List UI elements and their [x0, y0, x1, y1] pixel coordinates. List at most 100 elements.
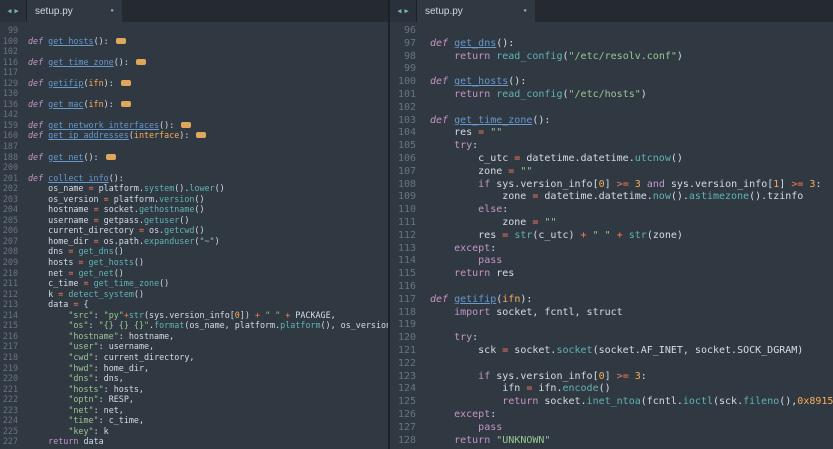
code-line[interactable]: 122 — [390, 358, 833, 371]
code-line[interactable]: 221 "hosts": hosts, — [0, 384, 388, 395]
code-line[interactable]: 128 return "UNKNOWN" — [390, 435, 833, 448]
code-line[interactable]: 202 os_name = platform.system().lower() — [0, 183, 388, 194]
code-line[interactable]: 103 def get_time_zone(): — [390, 115, 833, 128]
code-line[interactable]: 126 except: — [390, 409, 833, 422]
code-line[interactable]: 206 current_directory = os.getcwd() — [0, 225, 388, 236]
code-line[interactable]: 211 c_time = get_time_zone() — [0, 278, 388, 289]
code-token: utcnow — [634, 152, 671, 164]
code-line[interactable]: 213 data = { — [0, 299, 388, 310]
tab-nav-left-pane[interactable]: ◀ ▶ — [0, 0, 27, 22]
fold-ellipsis[interactable] — [120, 100, 131, 107]
code-editor-right[interactable]: 96 97 def get_dns(): 98 return read_config(… — [390, 22, 833, 449]
code-line[interactable]: 188 def get_net(): — [0, 152, 388, 163]
code-line[interactable]: 117 def getifip(ifn): — [390, 294, 833, 307]
code-line[interactable]: 207 home_dir = os.path.expanduser("~") — [0, 236, 388, 247]
code-line[interactable]: 101 return read_config("/etc/hosts") — [390, 89, 833, 102]
code-line[interactable]: 224 "time": c_time, — [0, 415, 388, 426]
code-line[interactable]: 214 "src": "py"+str(sys.version_info[0])… — [0, 310, 388, 321]
code-line[interactable]: 113 except: — [390, 243, 833, 256]
code-line[interactable]: 116 def get_time_zone(): — [0, 57, 388, 68]
code-line[interactable]: 107 zone = "" — [390, 166, 833, 179]
arrow-left-icon[interactable]: ◀ — [397, 7, 401, 15]
code-line[interactable]: 216 "hostname": hostname, — [0, 331, 388, 342]
code-token: def — [430, 37, 455, 49]
code-line[interactable]: 159 def get_network_interfaces(): — [0, 120, 388, 131]
code-line[interactable]: 108 if sys.version_info[0] >= 3 and sys.… — [390, 179, 833, 192]
code-line[interactable]: 222 "optn": RESP, — [0, 394, 388, 405]
code-line[interactable]: 215 "os": "{} {} {}".format(os_name, pla… — [0, 320, 388, 331]
code-line[interactable]: 99 — [390, 63, 833, 76]
fold-ellipsis[interactable] — [135, 58, 146, 65]
code-line[interactable]: 210 net = get_net() — [0, 268, 388, 279]
code-line[interactable]: 115 return res — [390, 268, 833, 281]
fold-ellipsis[interactable] — [196, 132, 207, 139]
code-token: : net, — [93, 404, 124, 415]
code-line[interactable]: 100 def get_hosts(): — [0, 36, 388, 47]
code-line[interactable]: 223 "net": net, — [0, 405, 388, 416]
code-line[interactable]: 105 try: — [390, 140, 833, 153]
code-line[interactable]: 102 — [0, 46, 388, 57]
code-line[interactable]: 121 sck = socket.socket(socket.AF_INET, … — [390, 345, 833, 358]
code-line[interactable]: 111 zone = "" — [390, 217, 833, 230]
fold-ellipsis[interactable] — [105, 153, 116, 160]
code-line[interactable]: 208 dns = get_dns() — [0, 246, 388, 257]
tab-setup-py-left[interactable]: setup.py ● — [27, 0, 122, 22]
code-line[interactable]: 98 return read_config("/etc/resolv.conf"… — [390, 51, 833, 64]
code-line[interactable]: 102 — [390, 102, 833, 115]
code-line[interactable]: 99 — [0, 25, 388, 36]
code-line[interactable]: 160 def get_ip_addresses(interface): — [0, 130, 388, 141]
code-line[interactable]: 205 username = getpass.getuser() — [0, 215, 388, 226]
code-line[interactable]: 118 import socket, fcntl, struct — [390, 307, 833, 320]
code-token: (). — [174, 183, 190, 194]
arrow-right-icon[interactable]: ▶ — [405, 7, 409, 15]
tab-setup-py-right[interactable]: setup.py ● — [417, 0, 535, 22]
code-line[interactable]: 110 else: — [390, 204, 833, 217]
modified-indicator-icon[interactable]: ● — [523, 8, 527, 14]
code-line[interactable]: 212 k = detect_system() — [0, 289, 388, 300]
code-line[interactable]: 218 "cwd": current_directory, — [0, 352, 388, 363]
code-line[interactable]: 96 — [390, 25, 833, 38]
code-line[interactable]: 217 "user": username, — [0, 341, 388, 352]
code-line[interactable]: 136 def get_mac(ifn): — [0, 99, 388, 110]
code-line[interactable]: 104 res = "" — [390, 127, 833, 140]
code-line[interactable]: 201 def collect_info(): — [0, 173, 388, 184]
code-line[interactable]: 220 "dns": dns, — [0, 373, 388, 384]
code-token: get_hosts — [454, 76, 509, 88]
tab-nav-right-pane[interactable]: ◀ ▶ — [390, 0, 417, 22]
code-line[interactable]: 219 "hwd": home_dir, — [0, 363, 388, 374]
fold-ellipsis[interactable] — [120, 79, 131, 86]
code-line[interactable]: 100 def get_hosts(): — [390, 76, 833, 89]
code-line[interactable]: 130 — [0, 88, 388, 99]
code-line[interactable]: 209 hosts = get_hosts() — [0, 257, 388, 268]
code-line[interactable]: 109 zone = datetime.datetime.now().astim… — [390, 191, 833, 204]
code-line[interactable]: 116 — [390, 281, 833, 294]
code-line[interactable]: 106 c_utc = datetime.datetime.utcnow() — [390, 153, 833, 166]
code-line[interactable]: 124 ifn = ifn.encode() — [390, 383, 833, 396]
code-line[interactable]: 114 pass — [390, 255, 833, 268]
code-line[interactable]: 119 — [390, 319, 833, 332]
code-editor-left[interactable]: 99 100 def get_hosts(): 102 116 def get_time… — [0, 22, 388, 449]
code-line[interactable]: 123 if sys.version_info[0] >= 3: — [390, 371, 833, 384]
code-line[interactable]: 187 — [0, 141, 388, 152]
modified-indicator-icon[interactable]: ● — [110, 8, 114, 14]
arrow-left-icon[interactable]: ◀ — [7, 7, 11, 15]
code-line[interactable]: 203 os_version = platform.version() — [0, 194, 388, 205]
code-line[interactable]: 120 try: — [390, 332, 833, 345]
code-line[interactable]: 129 def getifip(ifn): — [0, 78, 388, 89]
code-line[interactable]: 117 — [0, 67, 388, 78]
fold-ellipsis[interactable] — [115, 37, 126, 44]
code-line[interactable]: 112 res = str(c_utc) + " " + str(zone) — [390, 230, 833, 243]
code-line[interactable]: 225 "key": k — [0, 426, 388, 437]
code-line[interactable]: 142 — [0, 109, 388, 120]
fold-ellipsis[interactable] — [181, 121, 192, 128]
code-line[interactable]: 127 pass — [390, 422, 833, 435]
code-line[interactable]: 227 return data — [0, 436, 388, 447]
code-token: data — [28, 299, 74, 310]
code-text: "os": "{} {} {}".format(os_name, platfor… — [28, 320, 388, 331]
code-line[interactable]: 204 hostname = socket.gethostname() — [0, 204, 388, 215]
code-line[interactable]: 200 — [0, 162, 388, 173]
code-line[interactable]: 97 def get_dns(): — [390, 38, 833, 51]
arrow-right-icon[interactable]: ▶ — [15, 7, 19, 15]
code-token: (): — [532, 114, 551, 126]
code-line[interactable]: 125 return socket.inet_ntoa(fcntl.ioctl(… — [390, 396, 833, 409]
